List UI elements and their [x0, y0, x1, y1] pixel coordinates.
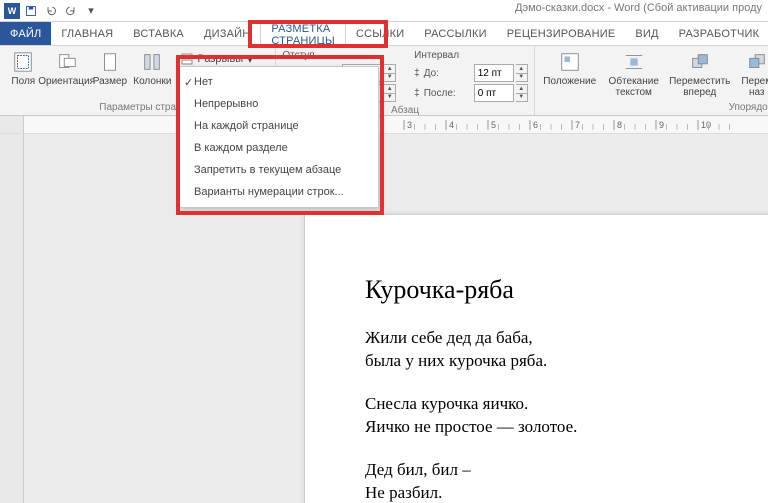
dd-options[interactable]: Варианты нумерации строк...: [180, 181, 378, 203]
group-arrange: Положение Обтекание текстом Переместить …: [535, 46, 768, 115]
send-backward-button[interactable]: Перем наз: [737, 50, 768, 98]
vertical-ruler[interactable]: [0, 134, 24, 503]
stanza[interactable]: Дед бил, бил –Не разбил.: [365, 459, 768, 503]
save-icon[interactable]: [24, 4, 38, 18]
page-viewport[interactable]: Курочка-ряба Жили себе дед да баба,была …: [24, 134, 768, 503]
svg-text:8: 8: [617, 120, 622, 130]
ribbon-panel: Поля Ориентация Размер Колонки Разрывы ▾: [0, 46, 768, 116]
window-title: Дэмо-сказки.docx - Word (Сбой активации …: [515, 2, 762, 14]
dd-continuous[interactable]: Непрерывно: [180, 93, 378, 115]
document-line[interactable]: Дед бил, бил –: [365, 459, 768, 482]
spacing-after-input[interactable]: [474, 84, 514, 102]
dd-suppress-current[interactable]: Запретить в текущем абзаце: [180, 159, 378, 181]
columns-label: Колонки: [133, 76, 171, 87]
spacing-before-icon: ‡: [414, 68, 420, 79]
wrap-text-button[interactable]: Обтекание текстом: [605, 50, 663, 98]
orientation-label: Ориентация: [38, 76, 95, 87]
tab-review[interactable]: РЕЦЕНЗИРОВАНИЕ: [497, 22, 626, 45]
columns-button[interactable]: Колонки: [133, 50, 171, 87]
size-icon: [98, 50, 122, 74]
tab-insert[interactable]: ВСТАВКА: [123, 22, 194, 45]
wrap-text-icon: [622, 50, 646, 74]
dd-each-section[interactable]: В каждом разделе: [180, 137, 378, 159]
arrange-group-label: Упорядоч: [541, 102, 768, 113]
orientation-icon: [55, 50, 79, 74]
tab-design[interactable]: ДИЗАЙН: [194, 22, 260, 45]
ruler-corner: [0, 116, 24, 133]
size-label: Размер: [93, 76, 127, 87]
document-line[interactable]: Не разбил.: [365, 482, 768, 503]
document-line[interactable]: Яичко не простое — золотое.: [365, 416, 768, 439]
tab-page-layout[interactable]: РАЗМЕТКА СТРАНИЦЫ: [260, 22, 346, 46]
position-icon: [558, 50, 582, 74]
document-line[interactable]: Жили себе дед да баба,: [365, 327, 768, 350]
tab-mailings[interactable]: РАССЫЛКИ: [414, 22, 496, 45]
spacing-header: Интервал: [414, 50, 528, 61]
qat-dropdown-icon[interactable]: ▾: [84, 4, 98, 18]
title-bar: W ▾ Дэмо-сказки.docx - Word (Сбой актива…: [0, 0, 768, 22]
svg-text:3: 3: [407, 120, 412, 130]
line-numbers-dropdown: Нет Непрерывно На каждой странице В кажд…: [179, 66, 379, 208]
spinner-arrows[interactable]: ▲▼: [384, 64, 396, 82]
spinner-arrows[interactable]: ▲▼: [384, 84, 396, 102]
spacing-after-label: После:: [424, 88, 470, 99]
orientation-button[interactable]: Ориентация: [47, 50, 87, 87]
document-line[interactable]: была у них курочка ряба.: [365, 350, 768, 373]
ruler-area: 3 4 5 6 7 8 9 10: [0, 116, 768, 134]
stanza[interactable]: Снесла курочка яичко.Яичко не простое — …: [365, 393, 768, 439]
margins-icon: [11, 50, 35, 74]
stanza[interactable]: Жили себе дед да баба,была у них курочка…: [365, 327, 768, 373]
dd-none[interactable]: Нет: [180, 71, 378, 93]
tab-home[interactable]: ГЛАВНАЯ: [51, 22, 123, 45]
svg-text:10: 10: [701, 120, 711, 130]
document-body[interactable]: Жили себе дед да баба,была у них курочка…: [365, 327, 768, 503]
svg-text:7: 7: [575, 120, 580, 130]
chevron-down-icon: ▾: [247, 53, 253, 66]
columns-icon: [140, 50, 164, 74]
document-area: Курочка-ряба Жили себе дед да баба,была …: [0, 134, 768, 503]
redo-icon[interactable]: [64, 4, 78, 18]
margins-label: Поля: [11, 76, 35, 87]
svg-text:9: 9: [659, 120, 664, 130]
spacing-before-spinner[interactable]: ▲▼: [474, 64, 528, 82]
bring-forward-icon: [688, 50, 712, 74]
tab-file[interactable]: ФАЙЛ: [0, 22, 51, 45]
word-app-icon: W: [4, 3, 20, 19]
quick-access-toolbar: ▾: [24, 4, 98, 18]
bring-forward-button[interactable]: Переместить вперед: [669, 50, 731, 98]
size-button[interactable]: Размер: [93, 50, 128, 87]
spacing-after-spinner[interactable]: ▲▼: [474, 84, 528, 102]
document-heading[interactable]: Курочка-ряба: [365, 275, 768, 305]
horizontal-ruler[interactable]: 3 4 5 6 7 8 9 10: [24, 116, 768, 133]
dd-each-page[interactable]: На каждой странице: [180, 115, 378, 137]
send-backward-icon: [745, 50, 768, 74]
position-label: Положение: [543, 76, 596, 87]
ribbon-tab-strip: ФАЙЛ ГЛАВНАЯ ВСТАВКА ДИЗАЙН РАЗМЕТКА СТР…: [0, 22, 768, 46]
svg-text:6: 6: [533, 120, 538, 130]
spacing-before-input[interactable]: [474, 64, 514, 82]
breaks-icon: [181, 53, 193, 65]
tab-developer[interactable]: РАЗРАБОТЧИК: [669, 22, 768, 45]
spinner-arrows[interactable]: ▲▼: [516, 64, 528, 82]
position-button[interactable]: Положение: [541, 50, 599, 87]
margins-button[interactable]: Поля: [6, 50, 41, 87]
send-backward-label: Перем наз: [737, 76, 768, 98]
document-page[interactable]: Курочка-ряба Жили себе дед да баба,была …: [304, 214, 768, 503]
indent-header: Отступ: [282, 50, 396, 61]
spinner-arrows[interactable]: ▲▼: [516, 84, 528, 102]
tab-references[interactable]: ССЫЛКИ: [346, 22, 414, 45]
bring-forward-label: Переместить вперед: [669, 76, 731, 98]
spacing-before-label: До:: [424, 68, 470, 79]
svg-text:5: 5: [491, 120, 496, 130]
document-line[interactable]: Снесла курочка яичко.: [365, 393, 768, 416]
wrap-text-label: Обтекание текстом: [605, 76, 663, 98]
spacing-after-icon: ‡: [414, 88, 420, 99]
breaks-label: Разрывы: [197, 53, 243, 65]
svg-text:4: 4: [449, 120, 454, 130]
tab-view[interactable]: ВИД: [625, 22, 668, 45]
undo-icon[interactable]: [44, 4, 58, 18]
